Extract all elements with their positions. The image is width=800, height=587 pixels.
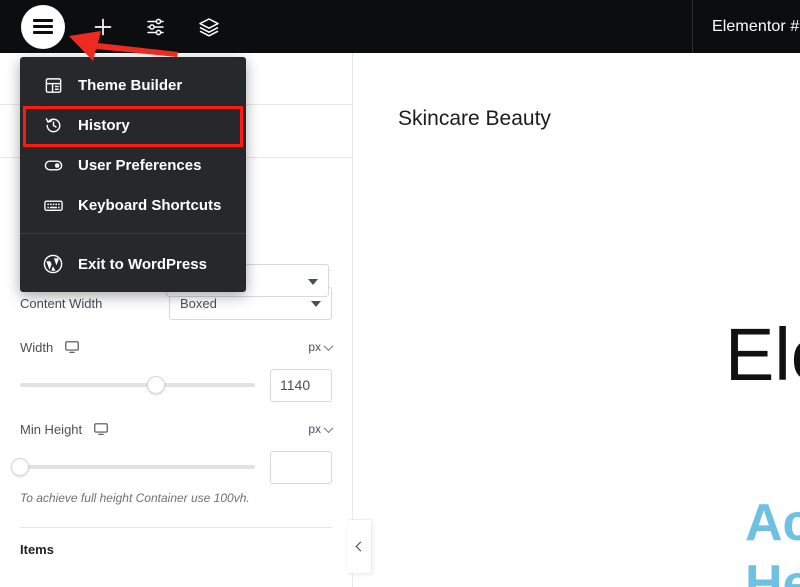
width-input[interactable] bbox=[270, 368, 332, 402]
menu-item-keyboard-shortcuts-label: Keyboard Shortcuts bbox=[78, 196, 222, 214]
theme-builder-icon bbox=[42, 76, 64, 95]
content-width-label: Content Width bbox=[20, 295, 103, 311]
menu-item-history-label: History bbox=[78, 116, 130, 134]
elementor-editor-screen: Elementor # Advanced Content Width bbox=[0, 0, 800, 587]
menu-item-exit-to-wordpress[interactable]: Exit to WordPress bbox=[20, 244, 246, 284]
width-slider[interactable] bbox=[20, 376, 255, 394]
keyboard-icon bbox=[42, 195, 64, 216]
menu-item-theme-builder[interactable]: Theme Builder bbox=[20, 65, 246, 105]
hero-heading[interactable]: Ele bbox=[725, 318, 800, 392]
accent-heading-line1: Ac bbox=[745, 494, 800, 552]
menu-item-theme-builder-label: Theme Builder bbox=[78, 76, 183, 94]
top-bar: Elementor # bbox=[0, 0, 800, 53]
main-menu-dropdown: Theme Builder History User Preferences K… bbox=[20, 57, 246, 292]
min-height-unit-value: px bbox=[308, 422, 321, 436]
items-section-title: Items bbox=[20, 542, 54, 557]
desktop-icon[interactable] bbox=[64, 339, 80, 355]
control-width-header: Width px bbox=[20, 329, 334, 365]
menu-item-user-preferences[interactable]: User Preferences bbox=[20, 145, 246, 185]
width-unit-selector[interactable]: px bbox=[308, 340, 334, 354]
min-height-slider[interactable] bbox=[11, 458, 255, 476]
width-unit-value: px bbox=[308, 340, 321, 354]
menu-item-keyboard-shortcuts[interactable]: Keyboard Shortcuts bbox=[20, 185, 246, 225]
menu-item-history[interactable]: History bbox=[20, 105, 246, 145]
control-width-slider-row bbox=[20, 365, 332, 405]
chevron-down-icon bbox=[323, 340, 334, 351]
topbar-divider bbox=[692, 0, 693, 53]
chevron-down-icon bbox=[323, 422, 334, 433]
site-logo-text: Skincare Beauty bbox=[398, 107, 551, 130]
control-min-height-header: Min Height px bbox=[20, 411, 334, 447]
min-height-label: Min Height bbox=[20, 421, 83, 437]
control-min-height-slider-row bbox=[11, 447, 332, 487]
accent-heading-line2: He bbox=[745, 555, 800, 587]
hamburger-bars bbox=[33, 16, 53, 37]
preview-canvas: Skincare Beauty Ele Ac He bbox=[354, 53, 800, 587]
chevron-down-icon bbox=[311, 301, 321, 307]
min-height-hint: To achieve full height Container use 100… bbox=[20, 491, 250, 505]
accent-heading[interactable]: Ac He bbox=[745, 493, 800, 587]
min-height-input[interactable] bbox=[270, 450, 332, 484]
menu-divider bbox=[20, 233, 246, 234]
chevron-left-icon bbox=[355, 541, 366, 552]
toggle-icon bbox=[42, 155, 64, 176]
document-title: Elementor # bbox=[712, 17, 800, 35]
plus-icon[interactable] bbox=[88, 12, 118, 42]
min-height-unit-selector[interactable]: px bbox=[308, 422, 334, 436]
control-divider-2 bbox=[20, 527, 332, 528]
desktop-icon[interactable] bbox=[93, 421, 109, 437]
panel-collapse-button[interactable] bbox=[348, 519, 372, 574]
width-slider-knob[interactable] bbox=[147, 376, 166, 394]
menu-item-user-preferences-label: User Preferences bbox=[78, 156, 202, 174]
wordpress-icon bbox=[42, 253, 64, 275]
sliders-icon[interactable] bbox=[141, 12, 171, 42]
min-height-slider-knob[interactable] bbox=[11, 458, 29, 476]
layers-icon[interactable] bbox=[194, 12, 224, 42]
width-label: Width bbox=[20, 339, 54, 355]
history-icon bbox=[42, 116, 64, 135]
chevron-down-icon bbox=[308, 278, 318, 285]
menu-item-exit-to-wordpress-label: Exit to WordPress bbox=[78, 255, 207, 273]
content-width-value: Boxed bbox=[180, 295, 217, 311]
hamburger-menu-icon[interactable] bbox=[21, 4, 65, 49]
